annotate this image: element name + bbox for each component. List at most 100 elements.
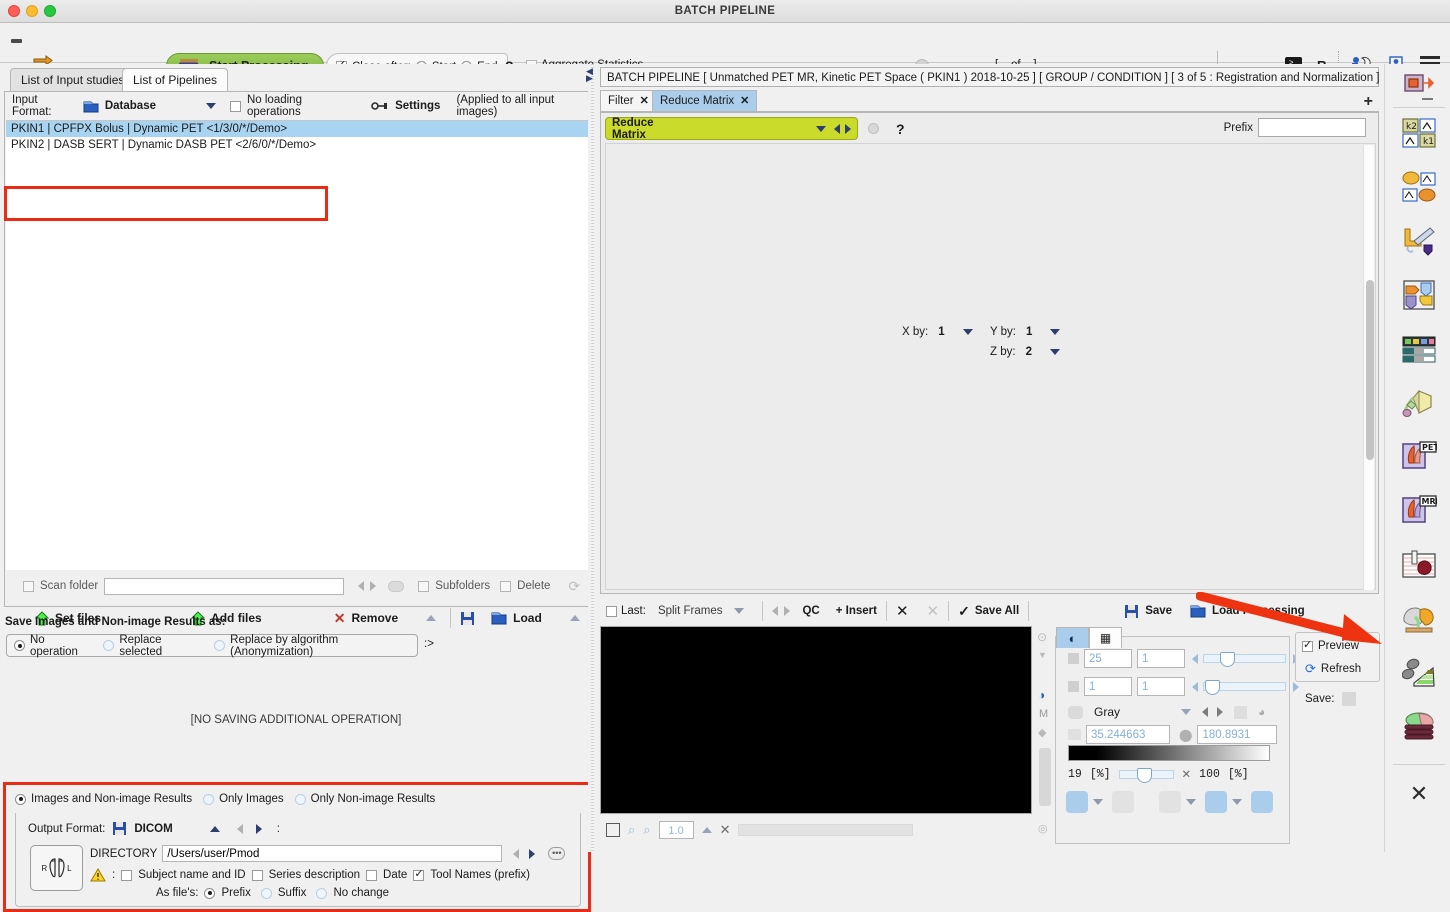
frame-prev-arrow[interactable] (1192, 681, 1198, 692)
tool-names-prefix-checkbox[interactable] (413, 867, 425, 881)
tool-prev-arrow[interactable] (834, 123, 840, 134)
frame-value-input[interactable]: 1 (1084, 677, 1132, 696)
fusion-mode-button[interactable] (1205, 791, 1227, 813)
insert-button[interactable]: + Insert (836, 605, 877, 617)
min-value-input[interactable]: 35.244663 (1086, 725, 1170, 744)
output-format-value[interactable]: DICOM (134, 823, 172, 835)
mri-viewer-icon[interactable]: MRI (1397, 491, 1441, 531)
no-change-radio[interactable] (316, 887, 328, 899)
only-nonimage-radio[interactable] (294, 793, 306, 805)
marker-m-icon[interactable]: M (1039, 708, 1048, 720)
zoom-in-icon[interactable]: ⌕ (628, 822, 635, 838)
param-value[interactable]: 1 (1026, 326, 1032, 338)
slider-thumb[interactable] (1220, 652, 1235, 667)
chevron-down-icon[interactable]: ▼ (1038, 650, 1047, 660)
close-icon[interactable]: ✕ (640, 91, 649, 112)
scrollbar-thumb[interactable] (1366, 280, 1374, 460)
slice-prev-arrow[interactable] (1192, 653, 1198, 664)
param-z-dropdown-arrow[interactable] (1049, 349, 1060, 355)
viewer-slider[interactable] (1039, 748, 1051, 806)
param-value[interactable]: 1 (938, 326, 944, 338)
slider-thumb[interactable] (1136, 768, 1152, 783)
roi-mode-button[interactable] (1251, 791, 1273, 813)
refresh-button[interactable]: ⟳ Refresh (1305, 661, 1361, 677)
zoom-out-icon[interactable]: ⌕ (643, 822, 650, 838)
tab-reduce-matrix[interactable]: Reduce Matrix ✕ (652, 90, 758, 112)
frame-slider[interactable] (1203, 680, 1286, 695)
slice-slider[interactable] (1203, 652, 1286, 667)
delete-checkbox[interactable] (500, 580, 512, 592)
pet-viewer-icon[interactable]: PET (1397, 437, 1441, 477)
fusion-dropdown-arrow[interactable] (1232, 799, 1242, 805)
multi-slice-dropdown-arrow[interactable] (1093, 799, 1103, 805)
colortable-gradient[interactable] (1068, 745, 1270, 761)
prev-step-arrow[interactable] (772, 606, 779, 616)
subject-name-id-checkbox[interactable] (121, 869, 133, 881)
scan-folder-checkbox[interactable] (23, 580, 34, 592)
kinetic-curves-icon[interactable] (1397, 167, 1441, 207)
input-format-dropdown-arrow[interactable] (205, 103, 216, 109)
remove-button[interactable]: ✕ Remove (334, 610, 398, 627)
frame-next-arrow[interactable] (1293, 681, 1299, 692)
tab-list-of-input-studies[interactable]: List of Input studies (10, 68, 136, 91)
single-slice-mode-button[interactable] (1112, 791, 1134, 813)
fusion-tool-icon[interactable] (1397, 221, 1441, 261)
slice-step-input[interactable]: 1 (1137, 649, 1185, 668)
remove-menu-arrow[interactable] (426, 615, 437, 621)
tab-list-of-pipelines[interactable]: List of Pipelines (122, 68, 229, 91)
save-disk-icon[interactable] (1124, 604, 1139, 619)
scan-folder-input[interactable] (104, 577, 345, 595)
colortable-dropdown-arrow[interactable] (1181, 709, 1192, 715)
directory-next-arrow[interactable] (529, 848, 536, 859)
tab-contrast[interactable]: ◐ (1056, 627, 1089, 648)
list-item[interactable]: PKIN1 | CPFPX Bolus | Dynamic PET <1/3/0… (6, 121, 590, 137)
load-menu-arrow[interactable] (569, 615, 580, 621)
preview-checkbox[interactable] (1302, 638, 1313, 652)
only-images-radio[interactable] (203, 793, 215, 805)
tab-layout[interactable]: ▦ (1089, 627, 1122, 648)
slices-stack-icon[interactable] (1397, 707, 1441, 747)
colortable-invert-icon[interactable] (1234, 705, 1248, 719)
input-studies-list[interactable]: PKIN1 | CPFPX Bolus | Dynamic PET <1/3/0… (6, 120, 590, 570)
multi-slice-mode-button[interactable] (1066, 791, 1088, 813)
preview-toggle[interactable]: Preview (1302, 638, 1359, 652)
load-button[interactable]: Load (491, 611, 542, 625)
list-item[interactable]: PKIN2 | DASB SERT | Dynamic DASB PET <2/… (6, 137, 590, 153)
split-frames-value[interactable]: Split Frames (658, 605, 723, 617)
save-disk-icon[interactable] (460, 611, 475, 626)
tab-filter[interactable]: Filter ✕ (600, 90, 657, 111)
output-format-next-arrow[interactable] (255, 823, 262, 834)
param-value[interactable]: 2 (1026, 346, 1032, 358)
series-description-checkbox[interactable] (251, 869, 263, 881)
scan-browse-button[interactable] (388, 580, 405, 592)
collapse-toolbar-button[interactable] (11, 39, 22, 43)
pipeline-node-icon[interactable] (1397, 64, 1441, 104)
tool-next-arrow[interactable] (845, 123, 851, 134)
param-x-dropdown-arrow[interactable] (962, 329, 973, 335)
grid-dropdown-arrow[interactable] (1186, 799, 1196, 805)
kinetic-modeling-k2-k1-icon[interactable]: k2 k1 (1397, 113, 1441, 153)
qc-button[interactable]: QC (802, 605, 819, 617)
last-checkbox[interactable] (606, 605, 617, 617)
save-expand-arrow[interactable]: :> (424, 638, 434, 650)
directory-browse-button[interactable]: ••• (548, 847, 566, 860)
close-icon[interactable]: ✕ (1397, 774, 1441, 814)
folder-icon[interactable] (1190, 604, 1206, 618)
grid-mode-button[interactable] (1159, 791, 1181, 813)
images-and-nonimage-radio[interactable] (15, 793, 26, 805)
next-step-arrow[interactable] (784, 606, 791, 616)
prefix-radio[interactable] (204, 887, 216, 899)
max-value-input[interactable]: 180.8931 (1197, 725, 1278, 744)
directory-input[interactable] (162, 845, 503, 862)
settings-button[interactable]: Settings (395, 100, 440, 112)
close-icon[interactable]: ✕ (740, 91, 749, 112)
segmentation-quad-icon[interactable] (1397, 275, 1441, 315)
output-format-up-arrow[interactable] (209, 825, 220, 832)
clear-icon[interactable]: ✕ (720, 822, 731, 838)
directory-prev-arrow[interactable] (513, 848, 520, 859)
refresh-icon[interactable]: ⟳ (568, 578, 580, 595)
frame-step-input[interactable]: 1 (1137, 677, 1185, 696)
colortable-next-arrow[interactable] (1217, 707, 1224, 717)
image-canvas[interactable] (600, 626, 1032, 814)
param-y-dropdown-arrow[interactable] (1050, 329, 1061, 335)
